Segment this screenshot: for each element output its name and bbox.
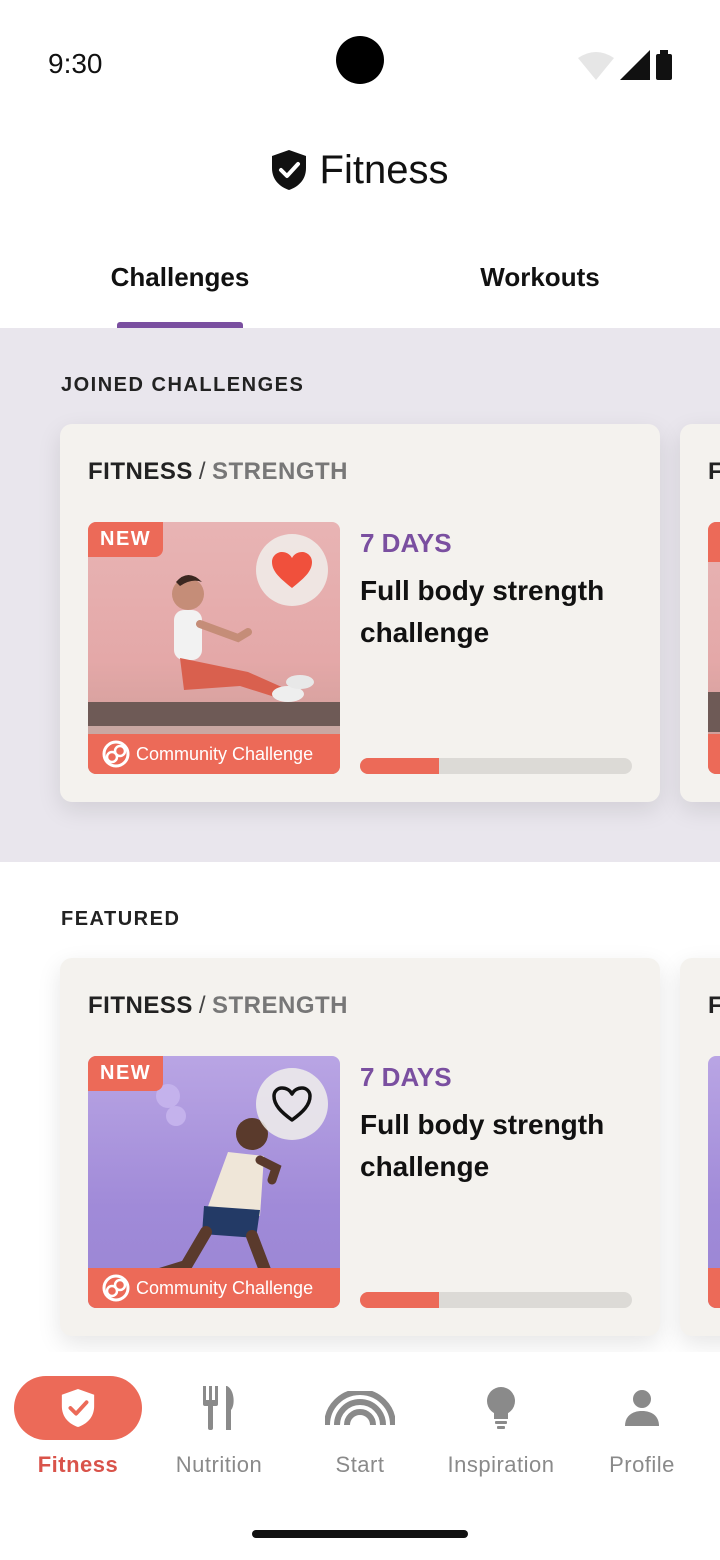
nav-label: Fitness <box>37 1452 119 1477</box>
tab-challenges[interactable]: Challenges <box>0 238 360 328</box>
new-badge: NEW <box>88 522 164 557</box>
rainbow-icon <box>325 1391 395 1425</box>
section-title: JOINED CHALLENGES <box>61 374 305 396</box>
challenge-thumbnail <box>708 1056 720 1308</box>
progress-bar <box>360 1292 632 1308</box>
camera-cutout <box>336 36 384 84</box>
nav-label: Inspiration <box>447 1452 555 1477</box>
community-icon <box>102 740 130 768</box>
breadcrumb-subcategory: STRENGTH <box>212 992 349 1019</box>
challenge-duration: 7 DAYS <box>360 528 452 558</box>
nav-item-inspiration[interactable]: Inspiration <box>431 1376 571 1486</box>
status-icons <box>578 50 672 80</box>
challenge-card-peek[interactable]: F <box>680 424 720 802</box>
community-challenge-tag: Community Challenge <box>88 734 340 774</box>
tab-workouts[interactable]: Workouts <box>360 238 720 328</box>
breadcrumb: FITNESS / STRENGTH <box>88 458 348 486</box>
status-time: 9:30 <box>48 48 103 79</box>
app-header: Fitness <box>0 140 720 200</box>
home-indicator[interactable] <box>252 1530 468 1538</box>
signal-icon <box>620 50 650 80</box>
shield-check-icon <box>61 1389 95 1427</box>
nav-item-nutrition[interactable]: Nutrition <box>149 1376 289 1486</box>
tab-label: Challenges <box>110 262 250 292</box>
page-title: Fitness <box>319 147 449 192</box>
heart-outline-icon <box>272 1086 312 1122</box>
nav-item-profile[interactable]: Profile <box>572 1376 712 1486</box>
favorite-button[interactable] <box>256 1068 328 1140</box>
challenge-card-peek[interactable]: F <box>680 958 720 1336</box>
bottom-nav: Fitness Nutrition Start Inspiration Prof… <box>0 1352 720 1560</box>
challenge-thumbnail: NEW Community Challenge <box>88 1056 340 1308</box>
breadcrumb-category: FITNESS <box>88 992 193 1019</box>
section-title: FEATURED <box>61 908 181 930</box>
breadcrumb-category: F <box>708 992 720 1019</box>
breadcrumb: FITNESS / STRENGTH <box>88 992 348 1020</box>
status-bar: 9:30 <box>0 0 720 120</box>
featured-section: FEATURED FITNESS / STRENGTH NEW Communit… <box>0 862 720 1352</box>
nav-label: Profile <box>609 1452 675 1477</box>
breadcrumb-category: F <box>708 458 720 485</box>
community-tag-label: Community Challenge <box>136 1277 314 1298</box>
progress-fill <box>360 1292 439 1308</box>
fork-knife-icon <box>203 1386 234 1430</box>
challenge-card[interactable]: FITNESS / STRENGTH NEW Community Challenge <box>60 424 660 802</box>
wifi-icon <box>578 52 614 80</box>
nav-label: Start <box>335 1452 385 1477</box>
breadcrumb-separator: / <box>198 458 207 485</box>
breadcrumb-category: FITNESS <box>88 458 193 485</box>
challenge-thumbnail <box>708 522 720 774</box>
challenge-card[interactable]: FITNESS / STRENGTH NEW Community Challenge <box>60 958 660 1336</box>
challenge-title: Full body strength challenge <box>360 1109 605 1182</box>
progress-bar <box>360 758 632 774</box>
joined-challenges-section: JOINED CHALLENGES FITNESS/STRENGTH NEW <box>0 328 720 862</box>
nav-label: Nutrition <box>175 1452 263 1477</box>
community-icon <box>102 1274 130 1302</box>
shield-check-icon <box>271 150 306 190</box>
breadcrumb-subcategory: STRENGTH <box>212 458 349 485</box>
new-badge: NEW <box>88 1056 164 1091</box>
community-challenge-tag: Community Challenge <box>88 1268 340 1308</box>
progress-fill <box>360 758 439 774</box>
tab-bar: Challenges Workouts <box>0 238 720 328</box>
nav-item-fitness[interactable]: Fitness <box>8 1376 148 1486</box>
battery-icon <box>656 50 672 80</box>
heart-filled-icon <box>272 552 312 588</box>
community-tag-label: Community Challenge <box>136 743 314 764</box>
lightbulb-icon <box>487 1387 515 1429</box>
nav-item-start[interactable]: Start <box>290 1376 430 1486</box>
breadcrumb-separator: / <box>198 992 207 1019</box>
challenge-duration: 7 DAYS <box>360 1062 452 1092</box>
challenge-thumbnail: NEW Community Challenge <box>88 522 340 774</box>
favorite-button[interactable] <box>256 534 328 606</box>
challenge-title: Full body strength challenge <box>360 575 605 648</box>
tab-label: Workouts <box>480 262 600 292</box>
person-icon <box>625 1390 659 1426</box>
